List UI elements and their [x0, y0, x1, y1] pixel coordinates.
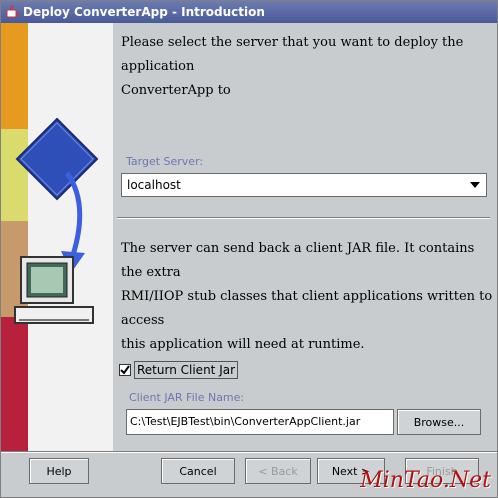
intro-line-1: Please select the server that you want t… — [121, 35, 464, 74]
watermark-text: MinTao.Net — [360, 468, 491, 493]
target-server-value: localhost — [127, 178, 181, 192]
title-bar[interactable]: Deploy ConverterApp - Introduction — [1, 1, 497, 23]
wizard-sidebar — [1, 23, 113, 453]
back-button[interactable]: < Back — [245, 458, 311, 484]
return-client-jar-label[interactable]: Return Client Jar — [134, 361, 239, 379]
target-server-label: Target Server: — [126, 155, 204, 168]
deploy-illustration — [14, 117, 99, 324]
target-server-select[interactable]: localhost — [121, 173, 487, 197]
intro-text: Please select the server that you want t… — [121, 31, 497, 103]
client-jar-label: Client JAR File Name: — [129, 391, 245, 404]
description-line-2: RMI/IIOP stub classes that client applic… — [121, 289, 493, 328]
chevron-down-icon[interactable] — [468, 178, 482, 192]
description-line-1: The server can send back a client JAR fi… — [121, 241, 475, 280]
browse-button[interactable]: Browse... — [397, 409, 481, 435]
section-divider — [117, 217, 490, 219]
return-client-jar-checkbox[interactable] — [119, 364, 131, 376]
client-jar-field[interactable] — [126, 409, 394, 435]
help-button[interactable]: Help — [29, 458, 89, 484]
java-cup-icon — [6, 4, 19, 18]
description-line-3: this application will need at runtime. — [121, 337, 365, 352]
server-diamond-icon — [15, 117, 99, 201]
return-client-jar-row[interactable]: Return Client Jar — [119, 361, 239, 379]
intro-line-2: ConverterApp to — [121, 83, 231, 98]
computer-icon — [14, 256, 94, 324]
client-jar-input[interactable] — [130, 410, 390, 432]
footer-divider — [1, 451, 497, 453]
description-text: The server can send back a client JAR fi… — [121, 237, 497, 357]
wizard-content: Please select the server that you want t… — [113, 23, 497, 453]
deploy-dialog: Deploy ConverterApp - Introduction Pleas… — [0, 0, 498, 498]
window-title: Deploy ConverterApp - Introduction — [23, 5, 265, 19]
checkmark-icon — [120, 365, 130, 375]
cancel-button[interactable]: Cancel — [161, 458, 235, 484]
